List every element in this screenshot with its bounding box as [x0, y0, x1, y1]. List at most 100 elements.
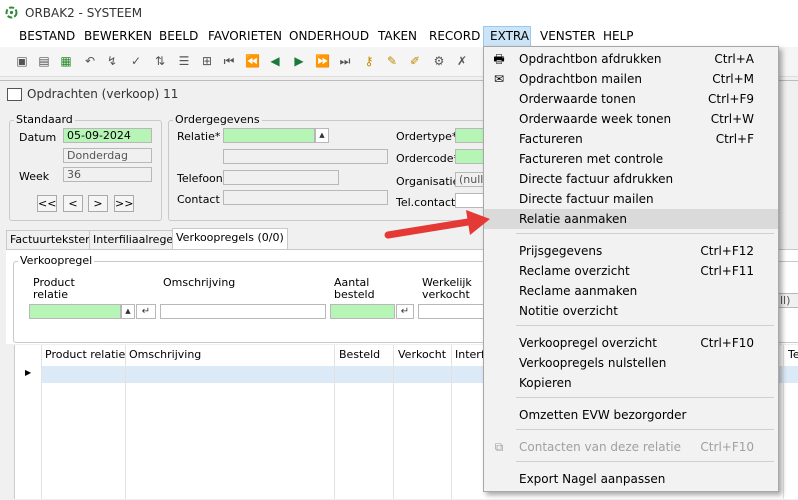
menu-separator: [516, 397, 774, 398]
contact-field[interactable]: [223, 190, 388, 205]
omschrijving-field[interactable]: [160, 304, 326, 319]
prev-record-icon[interactable]: ◀: [268, 54, 282, 68]
week-field: 36: [63, 167, 152, 182]
grid-col-divider: [393, 345, 394, 499]
menu-opdrachtbon-mailen[interactable]: ✉ Opdrachtbon mailen Ctrl+M: [484, 69, 778, 89]
app-title: ORBAK2 - SYSTEEM: [25, 6, 143, 20]
run-icon[interactable]: ⚙: [432, 54, 446, 68]
row-pointer-icon: ▶: [25, 368, 32, 377]
clipboard-icon[interactable]: ▤: [37, 54, 51, 68]
menu-help[interactable]: HELP: [603, 29, 634, 43]
menu-onderhoud[interactable]: ONDERHOUD: [289, 29, 369, 43]
omschrijving-header: Omschrijving: [163, 276, 236, 289]
last-record-icon[interactable]: ⏭: [338, 54, 352, 68]
last-week-button[interactable]: >>: [114, 195, 134, 212]
pencil-icon[interactable]: ✐: [408, 54, 422, 68]
menu-separator: [516, 429, 774, 430]
tab-factuurteksten[interactable]: Factuurteksten: [6, 230, 97, 249]
product-lookup-icon[interactable]: ↵: [136, 304, 156, 319]
menu-bestand[interactable]: BESTAND: [19, 29, 75, 43]
werkelijk-header-line2: verkocht: [422, 288, 470, 301]
menu-export-nagel-aanpassen[interactable]: Export Nagel aanpassen: [484, 469, 778, 489]
menu-directe-factuur-afdrukken[interactable]: Directe factuur afdrukken: [484, 169, 778, 189]
menu-notitie-overzicht[interactable]: Notitie overzicht: [484, 301, 778, 321]
app-logo-icon: [5, 6, 18, 19]
red-arrow-annotation: [384, 210, 490, 239]
grid-col-divider: [41, 345, 42, 499]
filter-icon[interactable]: ⊞: [200, 54, 214, 68]
relatie-field[interactable]: [223, 128, 315, 143]
menu-factureren[interactable]: Factureren Ctrl+F: [484, 129, 778, 149]
contact-label: Contact: [177, 193, 220, 206]
ordertype-field[interactable]: [455, 128, 485, 143]
undo-icon[interactable]: ↶: [83, 54, 97, 68]
datum-label: Datum: [19, 131, 57, 144]
sort-desc-icon[interactable]: ☰: [177, 54, 191, 68]
sort-asc-icon[interactable]: ⇅: [153, 54, 167, 68]
standaard-legend: Standaard: [14, 113, 75, 126]
menu-orderwaarde-week-tonen[interactable]: Orderwaarde week tonen Ctrl+W: [484, 109, 778, 129]
grid-header-omschrijving[interactable]: Omschrijving: [129, 348, 201, 361]
menu-verkoopregel-overzicht[interactable]: Verkoopregel overzicht Ctrl+F10: [484, 333, 778, 353]
grid-col-divider: [334, 345, 335, 499]
next-week-button[interactable]: >: [88, 195, 108, 212]
datum-field[interactable]: 05-09-2024: [63, 128, 152, 143]
ordercode-label: Ordercode*: [396, 152, 460, 165]
save-icon[interactable]: ▣: [15, 54, 29, 68]
tab-verkoopregels[interactable]: Verkoopregels (0/0): [172, 228, 288, 249]
product-dropdown-icon[interactable]: ▲: [121, 304, 135, 319]
relatie-name-field: [223, 149, 388, 164]
menu-reclame-aanmaken[interactable]: Reclame aanmaken: [484, 281, 778, 301]
ordercode-field[interactable]: [455, 149, 485, 164]
redo-icon[interactable]: ↯: [105, 54, 119, 68]
menu-factureren-met-controle[interactable]: Factureren met controle: [484, 149, 778, 169]
menu-bewerken[interactable]: BEWERKEN: [84, 29, 152, 43]
cancel-search-icon[interactable]: ✗: [455, 54, 469, 68]
menu-taken[interactable]: TAKEN: [378, 29, 417, 43]
printer-icon: 🖶: [493, 52, 505, 66]
menu-relatie-aanmaken[interactable]: Relatie aanmaken: [484, 209, 778, 229]
menu-separator: [516, 461, 774, 462]
relatie-dropdown-icon[interactable]: ▲: [315, 128, 329, 143]
menu-reclame-overzicht[interactable]: Reclame overzicht Ctrl+F11: [484, 261, 778, 281]
grid-col-divider: [451, 345, 452, 499]
werkelijk-verkocht-field[interactable]: [418, 304, 484, 319]
ordertype-label: Ordertype*: [396, 130, 458, 143]
menu-venster[interactable]: VENSTER: [540, 29, 596, 43]
menu-prijsgegevens[interactable]: Prijsgegevens Ctrl+F12: [484, 241, 778, 261]
menu-verkoopregels-nulstellen[interactable]: Verkoopregels nulstellen: [484, 353, 778, 373]
telefoon-field: [223, 170, 339, 185]
next-page-icon[interactable]: ⏩: [315, 54, 330, 68]
menu-kopieren[interactable]: Kopieren: [484, 373, 778, 393]
prev-page-icon[interactable]: ⏪: [245, 54, 260, 68]
new-record-icon[interactable]: ▦: [59, 54, 73, 68]
envelope-icon: ✉: [493, 72, 505, 86]
menu-omzetten-evw-bezorgorder[interactable]: Omzetten EVW bezorgorder: [484, 405, 778, 425]
first-week-button[interactable]: <<: [37, 195, 57, 212]
menu-opdrachtbon-afdrukken[interactable]: 🖶 Opdrachtbon afdrukken Ctrl+A: [484, 49, 778, 69]
aantal-lookup-icon[interactable]: ↵: [396, 304, 414, 319]
next-record-icon[interactable]: ▶: [292, 54, 306, 68]
grid-header-verkocht[interactable]: Verkocht: [398, 348, 446, 361]
organisatie-field[interactable]: (null): [455, 172, 488, 187]
menu-directe-factuur-mailen[interactable]: Directe factuur mailen: [484, 189, 778, 209]
aantal-header-line2: besteld: [334, 288, 375, 301]
grid-header-besteld[interactable]: Besteld: [339, 348, 380, 361]
menu-record[interactable]: RECORD: [429, 29, 480, 43]
extra-menu-dropdown: 🖶 Opdrachtbon afdrukken Ctrl+A ✉ Opdracht…: [483, 46, 779, 492]
menu-favorieten[interactable]: FAVORIETEN: [208, 29, 282, 43]
product-relatie-field[interactable]: [29, 304, 121, 319]
aantal-besteld-field[interactable]: [330, 304, 395, 319]
menu-beeld[interactable]: BEELD: [159, 29, 198, 43]
edit-search-icon[interactable]: ✎: [385, 54, 399, 68]
menu-extra[interactable]: EXTRA: [490, 29, 529, 43]
search-key-icon[interactable]: ⚷: [362, 54, 376, 68]
check-icon[interactable]: ✓: [129, 54, 143, 68]
prev-week-button[interactable]: <: [63, 195, 83, 212]
grid-header-product-relatie[interactable]: Product relatie: [45, 348, 125, 361]
product-header-line2: relatie: [33, 288, 68, 301]
first-record-icon[interactable]: ⏮: [222, 54, 236, 68]
menu-orderwaarde-tonen[interactable]: Orderwaarde tonen Ctrl+F9: [484, 89, 778, 109]
relatie-label: Relatie*: [177, 130, 221, 143]
grid-header-te[interactable]: Te: [788, 348, 798, 361]
